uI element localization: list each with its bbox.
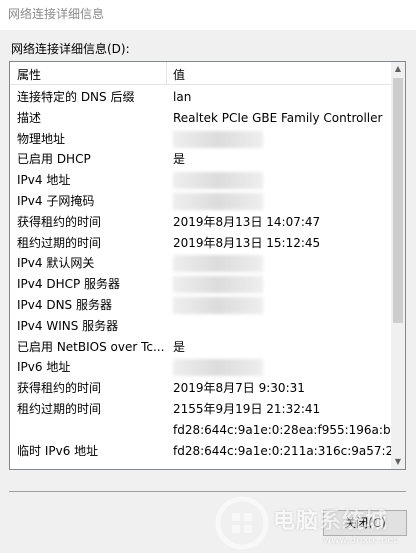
row-property: IPv4 WINS 服务器 [17, 318, 119, 333]
watermark-subtext: www.dnxtc.net [323, 535, 398, 546]
list-header: 属性 值 [10, 62, 393, 85]
table-row[interactable]: IPv4 DNS 服务器 [10, 295, 393, 316]
row-property: 获得租约的时间 [17, 214, 102, 229]
row-property: 描述 [17, 110, 42, 125]
table-row[interactable]: 临时 IPv6 地址 fd28:644c:9a1e:0:211a:316c:9a5… [10, 441, 393, 462]
window-title: 网络连接详细信息 [8, 7, 105, 21]
redacted-value [173, 359, 263, 377]
row-property: 临时 IPv6 地址 [17, 443, 99, 458]
row-property: 连接特定的 DNS 后缀 [17, 90, 135, 104]
close-button[interactable]: 关闭(C) [323, 510, 407, 536]
redacted-value [173, 296, 263, 314]
row-property: 物理地址 [17, 131, 66, 146]
table-row[interactable]: 物理地址 [10, 129, 393, 150]
column-divider[interactable] [166, 62, 167, 85]
table-row[interactable]: 连接特定的 DNS 后缀 lan [10, 87, 393, 108]
table-row[interactable]: IPv4 默认网关 [10, 253, 393, 274]
row-property: IPv6 地址 [17, 360, 71, 375]
row-property: 已启用 NetBIOS over Tc... [17, 339, 165, 354]
table-row[interactable]: IPv4 子网掩码 [10, 191, 393, 212]
row-value: fd28:644c:9a1e:0:28ea:f955:196a:b29 [173, 422, 393, 437]
row-property: 租约过期的时间 [17, 401, 102, 416]
table-row[interactable]: 获得租约的时间 2019年8月13日 14:07:47 [10, 212, 393, 233]
row-value: fd28:644c:9a1e:0:211a:316c:9a57:291 [173, 443, 393, 458]
table-row[interactable]: 租约过期的时间 2019年8月13日 15:12:45 [10, 233, 393, 254]
table-row[interactable]: 租约过期的时间 2155年9月19日 21:32:41 [10, 399, 393, 420]
table-row[interactable]: 已启用 NetBIOS over Tc... 是 [10, 337, 393, 358]
row-property: 已启用 DHCP [17, 152, 91, 167]
table-row[interactable]: IPv6 地址 [10, 357, 393, 378]
table-row[interactable]: IPv4 地址 [10, 170, 393, 191]
table-row[interactable]: IPv4 DHCP 服务器 [10, 274, 393, 295]
redacted-value [173, 130, 263, 148]
row-value: lan [173, 90, 192, 104]
table-row[interactable]: 获得租约的时间 2019年8月7日 9:30:31 [10, 378, 393, 399]
redacted-value [173, 276, 263, 294]
row-value: 是 [173, 152, 186, 167]
redacted-value [173, 255, 263, 273]
scroll-up-arrow-icon[interactable]: ▲ [391, 62, 405, 76]
column-header-property[interactable]: 属性 [17, 66, 41, 83]
row-value: 是 [173, 339, 186, 354]
list-rows: 连接特定的 DNS 后缀 lan 描述 Realtek PCIe GBE Family… [10, 87, 393, 461]
separator-line [9, 491, 406, 492]
table-row[interactable]: IPv4 WINS 服务器 [10, 316, 393, 337]
row-property: IPv4 地址 [17, 173, 71, 188]
table-row[interactable]: 描述 Realtek PCIe GBE Family Controller [10, 108, 393, 129]
row-value: Realtek PCIe GBE Family Controller [173, 110, 383, 125]
scroll-down-arrow-icon[interactable]: ▼ [391, 455, 405, 469]
row-value: 2155年9月19日 21:32:41 [173, 401, 321, 416]
title-bar: 网络连接详细信息 [0, 0, 416, 30]
row-property: 租约过期的时间 [17, 235, 102, 250]
watermark-logo-icon [215, 496, 269, 550]
row-value: 2019年8月13日 15:12:45 [173, 235, 321, 250]
row-value: 2019年8月7日 9:30:31 [173, 381, 305, 396]
row-property: IPv4 DNS 服务器 [17, 297, 112, 312]
scroll-thumb[interactable] [393, 78, 403, 323]
row-property: 获得租约的时间 [17, 381, 102, 396]
row-property: IPv4 子网掩码 [17, 193, 95, 208]
row-property: IPv4 默认网关 [17, 256, 95, 271]
details-list[interactable]: 属性 值 连接特定的 DNS 后缀 lan 描述 Realtek PCIe GBE F… [9, 61, 406, 470]
details-group-label: 网络连接详细信息(D): [11, 42, 130, 56]
table-row[interactable]: 已启用 DHCP 是 [10, 149, 393, 170]
redacted-value [173, 192, 263, 210]
row-property: IPv4 DHCP 服务器 [17, 277, 121, 292]
row-value: 2019年8月13日 14:07:47 [173, 214, 321, 229]
redacted-value [173, 172, 263, 190]
vertical-scrollbar[interactable]: ▲ ▼ [391, 62, 405, 469]
column-header-value[interactable]: 值 [173, 66, 185, 83]
table-row[interactable]: fd28:644c:9a1e:0:28ea:f955:196a:b29 [10, 420, 393, 441]
